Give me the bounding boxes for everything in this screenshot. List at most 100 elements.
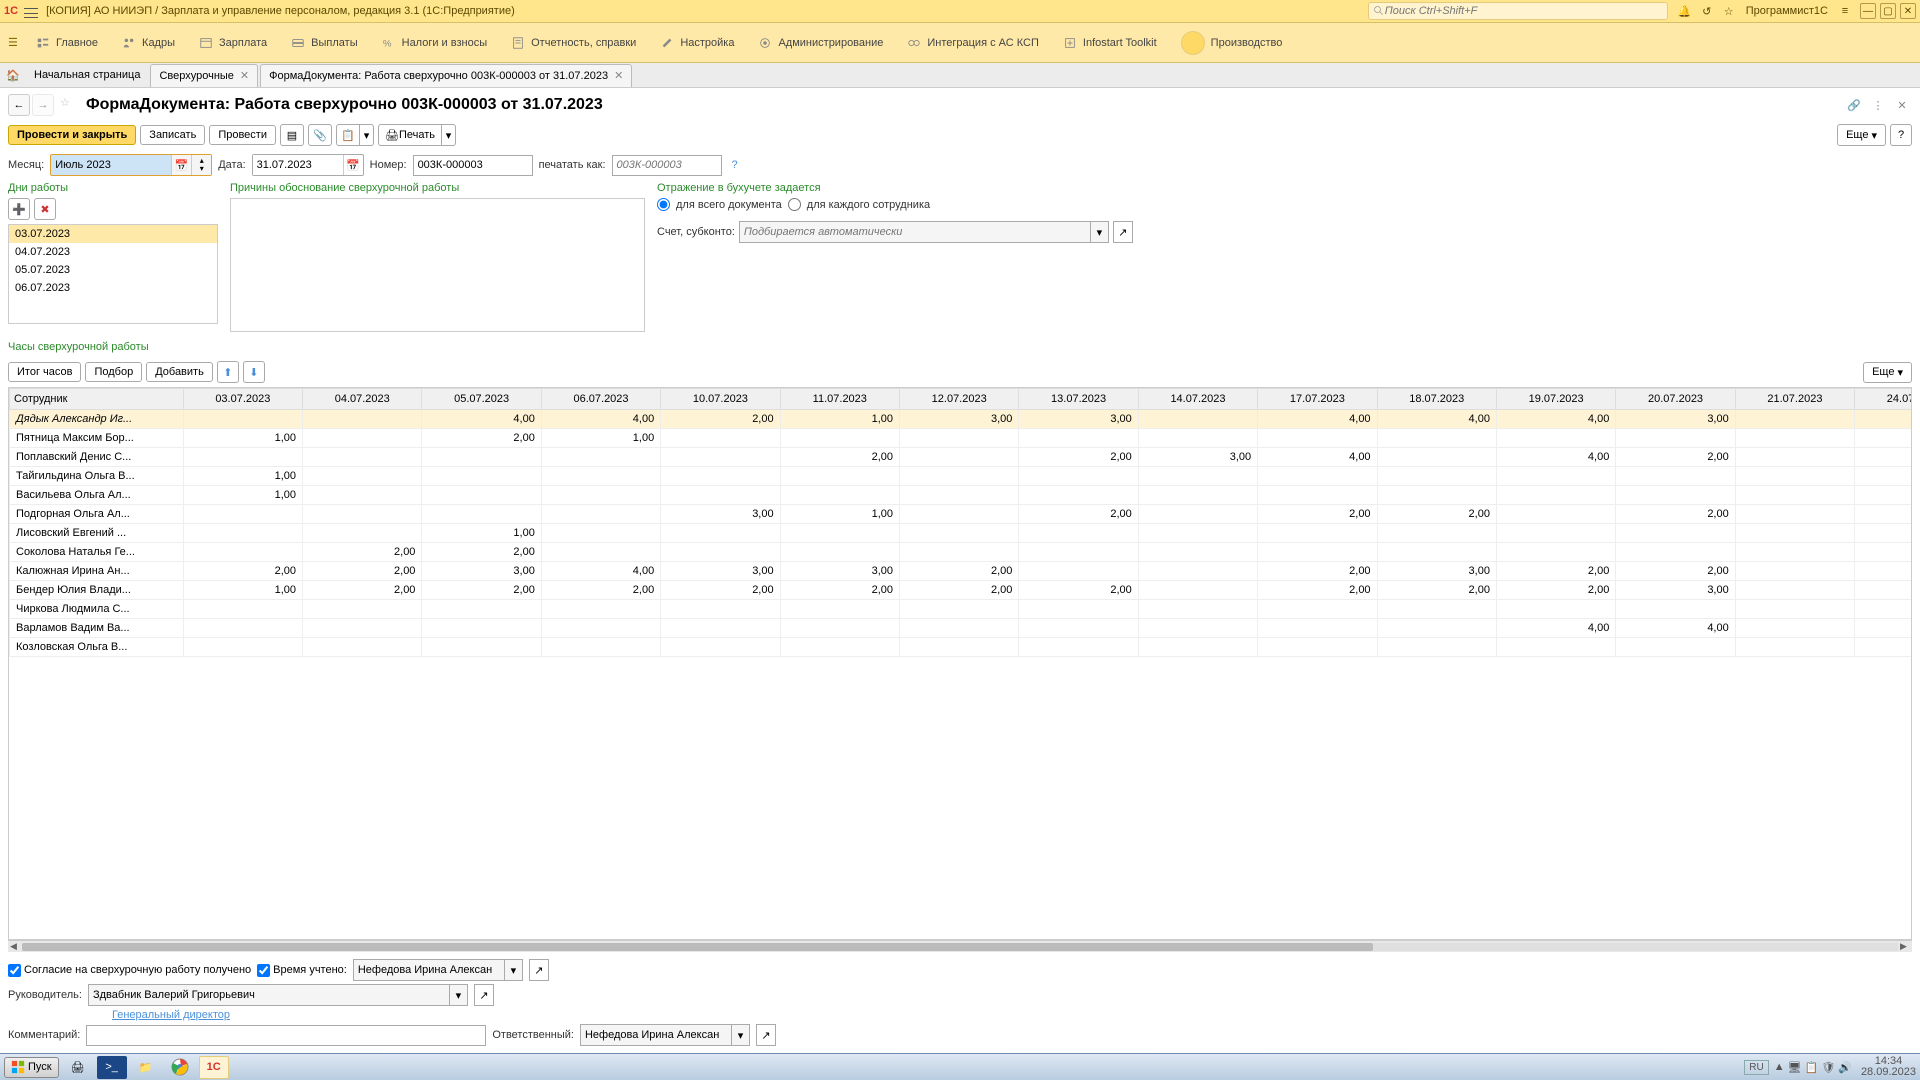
- hours-cell[interactable]: [1258, 486, 1377, 505]
- column-header[interactable]: 18.07.2023: [1377, 389, 1496, 410]
- hours-cell[interactable]: [1855, 543, 1912, 562]
- help-button[interactable]: ?: [1890, 124, 1912, 146]
- list-icon[interactable]: ▤: [280, 124, 304, 146]
- hours-cell[interactable]: [422, 600, 541, 619]
- hours-cell[interactable]: [1019, 543, 1138, 562]
- hours-cell[interactable]: [303, 524, 422, 543]
- hours-cell[interactable]: 2,00: [303, 581, 422, 600]
- hours-cell[interactable]: [183, 448, 302, 467]
- column-header[interactable]: 04.07.2023: [303, 389, 422, 410]
- column-header[interactable]: 06.07.2023: [541, 389, 660, 410]
- open-icon[interactable]: ↗: [1113, 221, 1133, 243]
- hours-cell[interactable]: [900, 543, 1019, 562]
- hours-cell[interactable]: [1258, 524, 1377, 543]
- hours-cell[interactable]: [1019, 619, 1138, 638]
- hours-cell[interactable]: [1616, 524, 1735, 543]
- number-input[interactable]: [413, 155, 533, 176]
- hours-cell[interactable]: [780, 543, 899, 562]
- hours-cell[interactable]: [1855, 410, 1912, 429]
- maximize-button[interactable]: ▢: [1880, 3, 1896, 19]
- taskbar-1c[interactable]: 1С: [199, 1056, 229, 1079]
- close-button[interactable]: ✕: [1900, 3, 1916, 19]
- hours-cell[interactable]: 2,00: [1616, 562, 1735, 581]
- hours-cell[interactable]: [183, 619, 302, 638]
- hours-cell[interactable]: [1138, 410, 1257, 429]
- hours-cell[interactable]: [541, 467, 660, 486]
- hours-cell[interactable]: [303, 600, 422, 619]
- employee-cell[interactable]: Пятница Максим Бор...: [10, 429, 184, 448]
- position-link[interactable]: Генеральный директор: [112, 1009, 230, 1021]
- hours-cell[interactable]: 2,00: [1258, 562, 1377, 581]
- hours-cell[interactable]: [1496, 486, 1615, 505]
- hours-cell[interactable]: [1855, 600, 1912, 619]
- hours-cell[interactable]: 3,00: [900, 410, 1019, 429]
- hours-cell[interactable]: 2,00: [1377, 581, 1496, 600]
- hours-cell[interactable]: [1496, 638, 1615, 657]
- hours-cell[interactable]: [1616, 429, 1735, 448]
- print-button[interactable]: 🖨 Печать▾: [378, 124, 456, 146]
- close-icon[interactable]: ✕: [240, 69, 249, 82]
- hours-cell[interactable]: 1,00: [780, 505, 899, 524]
- hours-cell[interactable]: 4,00: [1616, 619, 1735, 638]
- star-icon[interactable]: ☆: [1720, 2, 1738, 20]
- hours-cell[interactable]: 4,00: [1496, 410, 1615, 429]
- hours-cell[interactable]: [900, 619, 1019, 638]
- hours-cell[interactable]: [1616, 486, 1735, 505]
- hours-cell[interactable]: 4,00: [541, 562, 660, 581]
- hours-cell[interactable]: [1855, 467, 1912, 486]
- hours-cell[interactable]: [1855, 429, 1912, 448]
- system-tray[interactable]: RU ▲ 🖥 📋 🛡 🔊 14:34 28.09.2023: [1744, 1056, 1916, 1078]
- hours-cell[interactable]: [1735, 562, 1854, 581]
- hours-cell[interactable]: 2,00: [1616, 448, 1735, 467]
- pick-button[interactable]: Подбор: [85, 362, 142, 382]
- hours-cell[interactable]: [661, 543, 780, 562]
- create-based-button[interactable]: 📋▾: [336, 124, 374, 146]
- minimize-button[interactable]: —: [1860, 3, 1876, 19]
- hours-cell[interactable]: 2,00: [780, 581, 899, 600]
- open-icon[interactable]: ↗: [474, 984, 494, 1006]
- column-header[interactable]: 14.07.2023: [1138, 389, 1257, 410]
- table-row[interactable]: Бендер Юлия Влади...1,002,002,002,002,00…: [10, 581, 1913, 600]
- more-icon[interactable]: ⋮: [1868, 95, 1888, 115]
- hours-cell[interactable]: [900, 467, 1019, 486]
- h-scrollbar[interactable]: ◀ ▶: [8, 940, 1912, 952]
- hours-cell[interactable]: [1377, 619, 1496, 638]
- hours-table-wrap[interactable]: Сотрудник03.07.202304.07.202305.07.20230…: [8, 387, 1912, 940]
- lang-indicator[interactable]: RU: [1744, 1060, 1768, 1075]
- forward-button[interactable]: →: [32, 94, 54, 116]
- menu-salary[interactable]: Зарплата: [199, 36, 267, 50]
- global-search[interactable]: [1368, 2, 1668, 20]
- time-checkbox[interactable]: Время учтено:: [257, 964, 347, 977]
- consent-checkbox[interactable]: Согласие на сверхурочную работу получено: [8, 964, 251, 977]
- hours-cell[interactable]: 1,00: [422, 524, 541, 543]
- hours-cell[interactable]: [422, 486, 541, 505]
- link-icon[interactable]: 🔗: [1844, 95, 1864, 115]
- column-header[interactable]: 17.07.2023: [1258, 389, 1377, 410]
- hours-cell[interactable]: [541, 524, 660, 543]
- hours-cell[interactable]: [1735, 410, 1854, 429]
- hours-cell[interactable]: [422, 505, 541, 524]
- hours-cell[interactable]: [303, 486, 422, 505]
- hours-cell[interactable]: [422, 619, 541, 638]
- hours-cell[interactable]: [780, 467, 899, 486]
- hours-cell[interactable]: 1,00: [1855, 562, 1912, 581]
- hours-cell[interactable]: [1616, 638, 1735, 657]
- hours-cell[interactable]: 3,00: [661, 562, 780, 581]
- attach-icon[interactable]: 📎: [308, 124, 332, 146]
- favorite-icon[interactable]: ☆: [60, 96, 78, 114]
- home-icon[interactable]: 🏠: [4, 66, 22, 84]
- hours-cell[interactable]: [1138, 543, 1257, 562]
- back-button[interactable]: ←: [8, 94, 30, 116]
- user-name[interactable]: Программист1С: [1746, 5, 1828, 17]
- add-button[interactable]: Добавить: [146, 362, 213, 382]
- hours-cell[interactable]: [661, 600, 780, 619]
- calendar-icon[interactable]: 📅: [343, 155, 363, 175]
- hours-cell[interactable]: [661, 429, 780, 448]
- responsible-combo[interactable]: ▾: [580, 1024, 750, 1046]
- hours-cell[interactable]: [1855, 524, 1912, 543]
- hours-cell[interactable]: [183, 600, 302, 619]
- hours-cell[interactable]: 2,00: [1616, 505, 1735, 524]
- sections-icon[interactable]: ☰: [8, 36, 26, 49]
- column-header[interactable]: 12.07.2023: [900, 389, 1019, 410]
- hours-cell[interactable]: [303, 505, 422, 524]
